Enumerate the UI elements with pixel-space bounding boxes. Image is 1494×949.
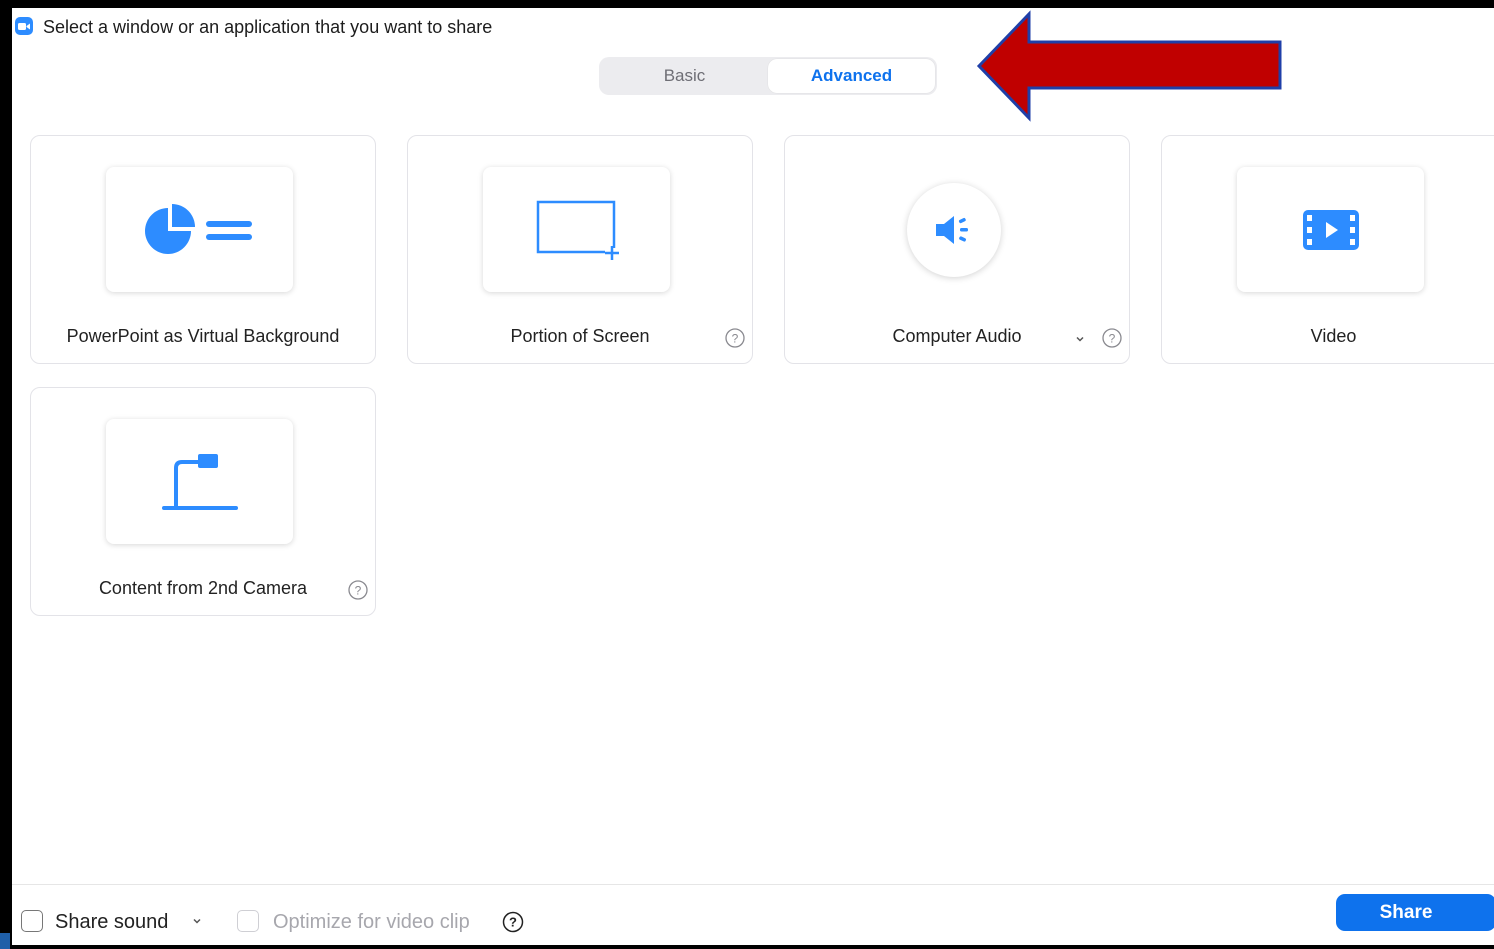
svg-text:?: ? [1109,332,1116,346]
screen-border-left [0,0,12,949]
share-screen-dialog: Select a window or an application that y… [12,8,1494,945]
share-sound-label: Share sound [55,911,169,933]
chevron-down-icon[interactable] [190,914,204,928]
optimize-video-label: Optimize for video clip [273,911,470,933]
help-icon[interactable]: ? [725,328,745,348]
footer-divider [12,884,1494,885]
option-video[interactable]: Video [1161,135,1494,364]
share-button[interactable]: Share [1336,894,1494,931]
optimize-video-checkbox[interactable] [237,910,259,932]
help-icon[interactable]: ? [502,911,524,933]
tab-advanced[interactable]: Advanced [768,59,935,93]
taskbar-corner [0,933,10,949]
option-tile [907,183,1001,277]
tab-basic[interactable]: Basic [601,59,768,93]
option-tile [106,167,293,292]
option-label-text: Content from 2nd Camera [98,578,308,598]
share-mode-tabs: Basic Advanced [599,57,937,95]
option-label: Content from 2nd Camera [31,578,375,599]
option-tile [483,167,670,292]
option-content-from-2nd-camera[interactable]: Content from 2nd Camera ? [30,387,376,616]
option-powerpoint-virtual-background[interactable]: PowerPoint as Virtual Background [30,135,376,364]
share-sound-checkbox[interactable] [21,910,43,932]
speaker-icon [936,216,968,244]
screen-border-top [0,0,1494,8]
option-computer-audio[interactable]: Computer Audio ? [784,135,1130,364]
chevron-down-icon[interactable] [1073,332,1087,346]
svg-text:?: ? [509,915,517,930]
option-label: Portion of Screen [510,326,650,346]
option-label: PowerPoint as Virtual Background [66,326,340,346]
svg-text:?: ? [355,584,362,598]
document-camera-icon [161,453,238,510]
powerpoint-background-icon [144,203,252,254]
option-label: Video [1310,326,1357,346]
svg-text:?: ? [732,332,739,346]
option-tile [1237,167,1424,292]
option-portion-of-screen[interactable]: Portion of Screen ? [407,135,753,364]
help-icon[interactable]: ? [348,580,368,600]
help-icon[interactable]: ? [1102,328,1122,348]
video-film-icon [1302,209,1359,250]
zoom-camera-icon [15,17,33,35]
red-annotation-arrow [976,10,1282,122]
dialog-title: Select a window or an application that y… [43,17,493,37]
option-tile [106,419,293,544]
portion-of-screen-icon [536,200,619,260]
